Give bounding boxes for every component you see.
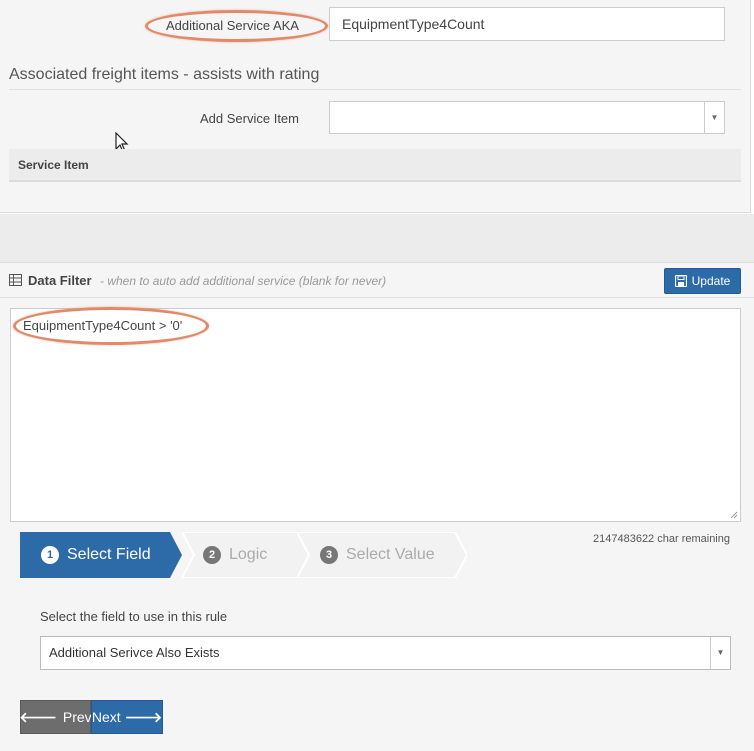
step-3-number: 3 xyxy=(320,546,338,564)
step-3-label: Select Value xyxy=(346,546,435,563)
dropdown-caret-icon[interactable]: ▼ xyxy=(704,102,724,133)
dropdown-caret-icon[interactable]: ▼ xyxy=(710,637,730,669)
add-service-item-label: Add Service Item xyxy=(200,111,299,126)
data-filter-header: Data Filter - when to auto add additiona… xyxy=(0,262,754,298)
rule-field-selected-value: Additional Serivce Also Exists xyxy=(49,645,220,660)
panel-gap xyxy=(0,214,754,262)
filter-expression-textarea[interactable]: EquipmentType4Count > '0' xyxy=(10,308,741,522)
table-grid-icon xyxy=(9,274,22,286)
step-1-number: 1 xyxy=(41,546,59,564)
filter-expression-text: EquipmentType4Count > '0' xyxy=(23,318,183,333)
update-button[interactable]: Update xyxy=(664,268,741,294)
service-details-panel: Additional Service AKA EquipmentType4Cou… xyxy=(0,0,751,213)
section-divider xyxy=(9,89,741,90)
service-aka-input[interactable]: EquipmentType4Count xyxy=(329,7,725,41)
step-select-field[interactable]: 1 Select Field xyxy=(20,532,182,578)
arrow-left-icon: 🡐 xyxy=(19,708,57,725)
freight-section-title: Associated freight items - assists with … xyxy=(9,66,320,83)
service-item-column-header[interactable]: Service Item xyxy=(18,158,89,172)
step-logic[interactable]: 2 Logic xyxy=(182,532,314,578)
data-filter-title: Data Filter xyxy=(28,273,92,288)
update-button-label: Update xyxy=(691,274,731,288)
field-select-prompt: Select the field to use in this rule xyxy=(40,609,228,624)
prev-button-label: Prev xyxy=(62,709,92,725)
resize-grip-icon[interactable] xyxy=(730,511,738,519)
step-2-number: 2 xyxy=(203,546,221,564)
data-filter-subtitle: - when to auto add additional service (b… xyxy=(100,274,387,288)
save-disk-icon xyxy=(674,275,687,287)
step-2-label: Logic xyxy=(229,546,268,563)
next-button[interactable]: Next 🡒 xyxy=(91,700,163,734)
service-item-table-header: Service Item xyxy=(9,149,741,182)
rule-field-select[interactable]: Additional Serivce Also Exists ▼ xyxy=(40,636,731,670)
step-select-value[interactable]: 3 Select Value xyxy=(297,532,467,578)
char-remaining-counter: 2147483622 char remaining xyxy=(593,533,730,545)
prev-button[interactable]: 🡐 Prev xyxy=(19,700,92,734)
next-button-label: Next xyxy=(91,709,121,725)
service-aka-label: Additional Service AKA xyxy=(166,18,299,33)
arrow-right-icon: 🡒 xyxy=(124,708,163,725)
add-service-item-select[interactable]: ▼ xyxy=(329,101,725,134)
step-1-label: Select Field xyxy=(67,546,151,563)
